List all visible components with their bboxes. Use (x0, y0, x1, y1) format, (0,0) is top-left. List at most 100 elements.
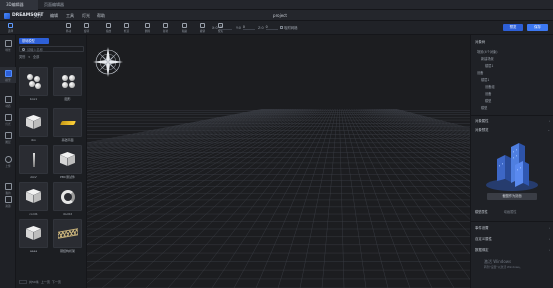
tool-label: 撤销 (199, 30, 206, 33)
menu-lights[interactable]: 灯光 (82, 10, 90, 21)
model-thumbnail (19, 219, 48, 248)
custom-attrs-header[interactable]: 自定义属性 › (471, 235, 553, 242)
total-count: 共50条 (29, 280, 39, 284)
delete-tool[interactable]: 删除 (141, 22, 154, 34)
library-filter[interactable]: 类别 ▾ 全部 (19, 54, 39, 60)
library-search-input[interactable]: 请输入名称 (19, 46, 84, 52)
tool-label: 粘贴 (181, 30, 188, 33)
next-page-button[interactable]: 下一页 (52, 280, 61, 284)
snap-toggle[interactable]: 吸附网格 (280, 25, 298, 30)
search-placeholder: 请输入名称 (27, 47, 43, 52)
rail-model[interactable]: 模型 (0, 67, 16, 83)
model-thumbnail (53, 108, 82, 137)
rail-scene[interactable]: 场景 (0, 37, 16, 53)
light-icon (4, 114, 12, 121)
tree-item[interactable]: 模型 (481, 105, 487, 110)
box-select-tool[interactable]: 框选 (120, 22, 133, 34)
menu-edit[interactable]: 编辑 (50, 10, 58, 21)
document-title: project (273, 13, 287, 18)
tree-item[interactable]: 设备 (485, 91, 491, 96)
copy-tool[interactable]: 复制 (159, 22, 172, 34)
rail-layer[interactable]: 图层 (0, 129, 16, 145)
events-header[interactable]: 事件设置 › (471, 224, 553, 231)
tree-item[interactable]: 设备组 (485, 84, 495, 89)
rail-light[interactable]: 灯光 (0, 111, 16, 127)
item-name: box1 (29, 97, 38, 101)
rail-upload[interactable]: 上传 (0, 153, 16, 169)
item-name: ibo (31, 138, 36, 142)
coord-x-label: X:0 (212, 25, 218, 30)
model-thumbnail (53, 182, 82, 211)
select-tool[interactable]: 选择 (4, 22, 17, 34)
rail-label: 图层 (5, 141, 11, 144)
rail-label: 模型 (5, 79, 11, 82)
model-thumbnail (19, 67, 48, 96)
rail-label: 资源 (5, 205, 11, 208)
model-library: 基础模型 请输入名称 类别 ▾ 全部 box1 图形 ibo 基础平面 AGV … (16, 35, 87, 288)
rail-material[interactable]: 材质 (0, 93, 16, 109)
object-attrs-header[interactable]: 对象属性 › (471, 117, 553, 124)
section-title: 对象预览 (475, 128, 489, 132)
library-item[interactable]: doc02 (53, 182, 82, 219)
tab-anim-props[interactable]: 动画属性 (504, 209, 517, 216)
data-binding-header[interactable]: 数据绑定 › (471, 246, 553, 253)
tree-item[interactable]: 楼层1 (485, 63, 493, 68)
scale-tool[interactable]: 缩放 (102, 22, 115, 34)
library-item[interactable]: ibo (19, 108, 48, 145)
cube-icon (26, 115, 41, 130)
library-item[interactable]: 钢结构桁架 (53, 219, 82, 256)
library-category[interactable]: 基础模型 (19, 38, 49, 44)
page-size-select[interactable] (19, 280, 27, 284)
tool-label: 旋转 (83, 30, 90, 33)
library-item[interactable]: AGV (19, 145, 48, 182)
spheres-icon (60, 74, 76, 90)
tree-item[interactable]: 楼层1 (481, 77, 489, 82)
tree-item[interactable]: 场景(4个对象) (477, 49, 497, 54)
library-item[interactable]: PBC测试件 (53, 145, 82, 182)
ground-grid (87, 35, 470, 288)
library-item[interactable]: cord1 (19, 182, 48, 219)
model-thumbnail (19, 145, 48, 174)
model-thumbnail (19, 182, 48, 211)
cube-icon (60, 152, 75, 167)
menu-file[interactable]: 文件 (34, 10, 42, 21)
coord-x-input[interactable]: 0 (219, 25, 232, 30)
tree-item[interactable]: 模型 (485, 98, 491, 103)
chevron-right-icon: › (548, 247, 550, 252)
box-select-icon (124, 23, 129, 28)
filter-label: 类别 (19, 55, 26, 59)
save-button[interactable]: 保存 (527, 24, 548, 31)
undo-tool[interactable]: 撤销 (196, 22, 209, 34)
menu-help[interactable]: 帮助 (97, 10, 105, 21)
object-preview-header[interactable]: 对象预览 ⌄ (471, 126, 553, 133)
compass-icon[interactable] (91, 45, 125, 79)
model-thumbnail (53, 67, 82, 96)
divider (471, 221, 553, 222)
library-item[interactable]: box1 (19, 67, 48, 104)
preview-button[interactable]: 预览 (503, 24, 523, 31)
tree-item[interactable]: 设备 (477, 70, 483, 75)
rotate-tool[interactable]: 旋转 (80, 22, 93, 34)
object-tree-header[interactable]: 对象树 (471, 38, 553, 45)
tree-item[interactable]: 新建场景 (481, 56, 494, 61)
library-item[interactable]: 基础平面 (53, 108, 82, 145)
move-tool[interactable]: 移动 (62, 22, 75, 34)
tab-model-props[interactable]: 模型属性 (475, 209, 488, 216)
prev-page-button[interactable]: 上一页 (41, 280, 50, 284)
tab-page-editor[interactable]: 页面编辑器 (38, 0, 74, 10)
coord-y-input[interactable]: 0 (242, 25, 255, 30)
set-cover-button[interactable]: 截图作为封面 (487, 193, 537, 200)
paste-tool[interactable]: 粘贴 (178, 22, 191, 34)
menu-tools[interactable]: 工具 (66, 10, 74, 21)
scale-icon (106, 23, 111, 28)
tool-label: 缩放 (105, 30, 112, 33)
3d-viewport[interactable] (87, 35, 470, 288)
truss-icon (57, 228, 78, 239)
library-item[interactable]: aaaa (19, 219, 48, 256)
properties-panel: 对象树 场景(4个对象) 新建场景 楼层1 设备 楼层1 设备组 设备 模型 模… (470, 35, 553, 288)
library-item[interactable]: 图形 (53, 67, 82, 104)
coord-z-input[interactable]: 0 (265, 25, 278, 30)
library-pagination: 共50条 上一页 下一页 (19, 279, 61, 285)
tab-3d-editor[interactable]: 3D编辑器 (0, 0, 38, 10)
rail-resource[interactable]: 资源 (0, 193, 16, 209)
